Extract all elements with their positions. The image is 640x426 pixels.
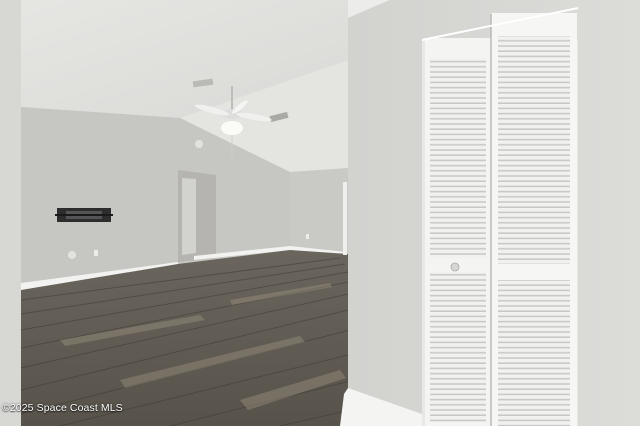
wall-thermostat [195, 140, 203, 148]
closet-knob-icon[interactable] [450, 262, 460, 272]
wall-art-icon [55, 208, 113, 222]
left-wall-edge [0, 0, 21, 426]
closet-bifold-door[interactable] [421, 7, 579, 426]
back-wall-right [290, 168, 348, 256]
wall-outlet [94, 250, 98, 256]
watermark-text: ©2025 Space Coast MLS [2, 402, 123, 414]
door-frame [343, 182, 347, 255]
wall-fixture [68, 251, 76, 259]
wall-outlet [306, 234, 309, 239]
room-scene [0, 0, 640, 426]
